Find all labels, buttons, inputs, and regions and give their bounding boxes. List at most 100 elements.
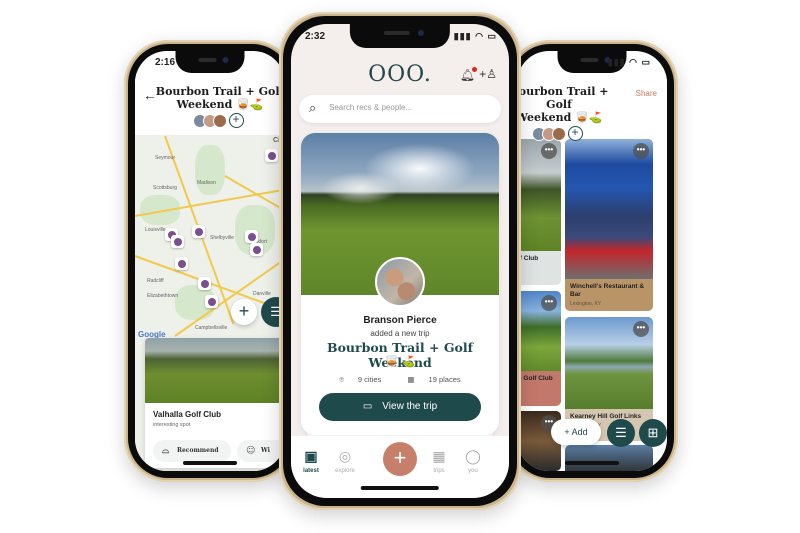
trip-title-line1: Bourbon Trail + Golf — [155, 85, 285, 98]
feed-card-stack: Branson Pierce added a new trip Bourbon … — [301, 133, 499, 453]
map-pin[interactable] — [171, 235, 184, 248]
more-options-icon[interactable]: ••• — [541, 143, 557, 159]
map-label: Scottsburg — [153, 185, 177, 191]
map-pin[interactable] — [245, 230, 258, 243]
member-avatars[interactable]: + — [155, 113, 285, 128]
place-card[interactable]: Valhalla Golf Club interesting spot ⌓ Re… — [145, 338, 285, 468]
trip-header: Bourbon Trail + Golf Weekend 🥃⛳ + Share — [517, 73, 667, 141]
trip-title: Bourbon Trail + Golf Weekend 🥃⛳ — [517, 85, 621, 124]
face-icon: ☺ — [246, 446, 256, 456]
tab-latest[interactable]: ▣ latest — [293, 448, 329, 474]
user-name[interactable]: Branson Pierce — [301, 315, 499, 326]
trip-title: Bourbon Trail + Golf Weekend 🥃⛳ — [155, 85, 285, 111]
map-pin[interactable] — [265, 149, 278, 162]
add-member-button[interactable]: + — [567, 126, 583, 141]
home-indicator — [183, 461, 237, 465]
map-label: Campbellsville — [195, 325, 228, 331]
status-bar: 2:16 — [135, 56, 285, 72]
screen: 2:16 ← Bourbon Trail + Golf Weekend 🥃⛳ + — [135, 51, 285, 471]
create-button[interactable]: + — [383, 442, 417, 476]
second-action-label: Wi — [261, 447, 270, 454]
screen: 2:32 ▮▮▮ ◠ ▭ OOO. 🔔︎ +♙ ⌕ Search recs & … — [291, 24, 509, 498]
place-name: Valhalla Golf Club — [153, 410, 222, 419]
map-label: Louisville — [145, 227, 166, 233]
view-trip-button[interactable]: ▭ View the trip — [319, 393, 481, 421]
tab-trips[interactable]: ▦ trips — [421, 448, 457, 474]
location-pin-icon: ⌾ — [339, 375, 344, 384]
tab-label: you — [468, 468, 478, 474]
compass-icon: ◎ — [338, 448, 352, 464]
map-pin[interactable] — [205, 295, 218, 308]
map-label: Seymour — [155, 155, 176, 161]
add-friend-icon[interactable]: +♙ — [479, 67, 497, 81]
back-arrow-icon[interactable]: ← — [143, 87, 157, 103]
place-tile[interactable] — [565, 445, 653, 471]
map-label: Shelbyville — [210, 235, 234, 241]
map-view-button[interactable]: ⊞ — [639, 419, 667, 447]
phone-center-feed: 2:32 ▮▮▮ ◠ ▭ OOO. 🔔︎ +♙ ⌕ Search recs & … — [279, 12, 521, 510]
feed-card[interactable]: Branson Pierce added a new trip Bourbon … — [301, 133, 499, 435]
more-options-icon[interactable]: ••• — [541, 295, 557, 311]
building-icon: ▦ — [407, 375, 415, 384]
map-label: Elizabethtown — [147, 293, 179, 299]
recommend-label: Recommend — [177, 447, 219, 454]
list-view-button[interactable]: ☰ — [607, 419, 635, 447]
profile-icon: ◯ — [465, 448, 481, 464]
map-pin[interactable] — [175, 257, 188, 270]
recommend-button[interactable]: ⌓ Recommend — [153, 440, 231, 462]
add-member-button[interactable]: + — [228, 113, 244, 128]
view-trip-label: View the trip — [382, 401, 438, 412]
avatar[interactable] — [212, 113, 227, 128]
status-icons: ▮▮▮ ◠ ▭ — [607, 57, 651, 67]
avatar[interactable] — [551, 126, 566, 141]
status-bar: ▮▮▮ ◠ ▭ — [517, 56, 667, 72]
map-add-button[interactable]: + — [231, 299, 257, 325]
share-button[interactable]: Share — [636, 89, 657, 98]
member-avatars[interactable]: + — [517, 126, 621, 141]
image-icon: ▣ — [304, 448, 318, 464]
places-count: 19 places — [428, 375, 461, 384]
status-bar: 2:32 ▮▮▮ ◠ ▭ — [291, 30, 509, 46]
more-options-icon[interactable]: ••• — [633, 321, 649, 337]
map-pin[interactable] — [192, 225, 205, 238]
tile-title: Winchell's Restaurant & Bar — [570, 283, 645, 298]
map-pin[interactable] — [250, 243, 263, 256]
trip-title-line1: Bourbon Trail + Golf — [517, 85, 609, 111]
calendar-icon: ▭ — [362, 401, 373, 412]
trip-title-line2: Weekend 🥃⛳ — [176, 98, 264, 111]
calendar-icon: ▦ — [432, 448, 446, 464]
binoculars-icon: ⌓ — [162, 446, 170, 456]
place-tile[interactable]: e Golf Club ••• — [517, 291, 561, 406]
tab-label: trips — [433, 468, 445, 474]
place-photo — [145, 338, 285, 403]
search-bar[interactable]: ⌕ Search recs & people... — [299, 95, 501, 123]
more-options-icon[interactable]: ••• — [633, 143, 649, 159]
map[interactable]: Seymour Scottsburg Madison Louisville Sh… — [135, 135, 285, 471]
place-tile[interactable]: lf Club ••• — [517, 139, 561, 285]
add-place-button[interactable]: + Add — [551, 419, 601, 445]
tile-subtitle: Lexington, KY — [570, 301, 602, 307]
map-label: Danville — [253, 291, 271, 297]
second-action-button[interactable]: ☺ Wi — [237, 440, 285, 462]
status-icons: ▮▮▮ ◠ ▭ — [453, 31, 497, 41]
map-label: Radcliff — [147, 278, 164, 284]
home-indicator — [565, 461, 619, 465]
phone-right-grid-view: ▮▮▮ ◠ ▭ Bourbon Trail + Golf Weekend 🥃⛳ … — [506, 40, 678, 482]
trip-emoji: 🥃 ⛳ — [384, 356, 416, 368]
notifications-bell-icon[interactable]: 🔔︎ — [460, 67, 477, 82]
notification-badge — [472, 67, 477, 72]
tab-label: latest — [303, 468, 319, 474]
tile-title: e Golf Club — [518, 375, 553, 382]
tile-title: lf Club — [518, 255, 539, 262]
user-avatar[interactable] — [375, 257, 425, 307]
feed-action-text: added a new trip — [370, 329, 430, 338]
place-tile[interactable]: Winchell's Restaurant & Bar Lexington, K… — [565, 139, 653, 311]
status-time: 2:16 — [155, 57, 176, 68]
map-pin[interactable] — [198, 277, 211, 290]
search-placeholder[interactable]: Search recs & people... — [329, 103, 412, 112]
tab-explore[interactable]: ◎ explore — [327, 448, 363, 474]
screen: ▮▮▮ ◠ ▭ Bourbon Trail + Golf Weekend 🥃⛳ … — [517, 51, 667, 471]
cities-count: 9 cities — [357, 375, 382, 384]
tab-you[interactable]: ◯ you — [455, 448, 491, 474]
tab-label: explore — [335, 468, 355, 474]
